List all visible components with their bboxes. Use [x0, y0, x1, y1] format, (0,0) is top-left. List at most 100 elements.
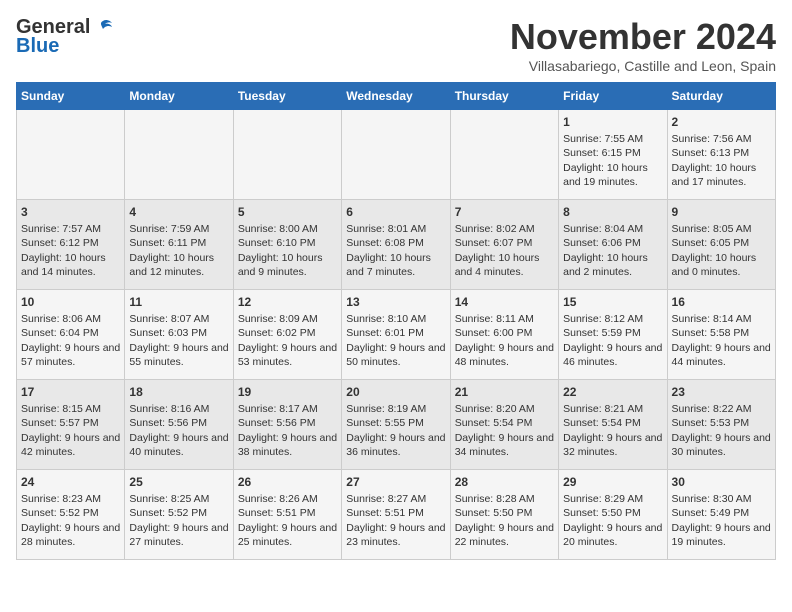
day-info: Sunrise: 8:10 AM Sunset: 6:01 PM Dayligh…: [346, 313, 448, 368]
day-number: 29: [563, 474, 662, 490]
calendar-cell: 10 Sunrise: 8:06 AM Sunset: 6:04 PM Dayli…: [17, 290, 125, 380]
day-number: 18: [129, 384, 228, 400]
calendar-cell: 17Sunrise: 8:15 AM Sunset: 5:57 PM Dayli…: [17, 380, 125, 470]
calendar-cell: 9Sunrise: 8:05 AM Sunset: 6:05 PM Daylig…: [667, 200, 775, 290]
day-number: 8: [563, 204, 662, 220]
day-info: Sunrise: 7:59 AM Sunset: 6:11 PM Dayligh…: [129, 223, 217, 278]
day-number: 14: [455, 294, 554, 310]
day-info: Sunrise: 8:30 AM Sunset: 5:49 PM Dayligh…: [672, 493, 774, 548]
calendar-week-row: 1 Sunrise: 7:55 AM Sunset: 6:15 PM Daylig…: [17, 110, 776, 200]
calendar-cell: 12 Sunrise: 8:09 AM Sunset: 6:02 PM Dayli…: [233, 290, 341, 380]
calendar-cell: 5 Sunrise: 8:00 AM Sunset: 6:10 PM Daylig…: [233, 200, 341, 290]
calendar-cell: [342, 110, 450, 200]
col-header-thursday: Thursday: [450, 83, 558, 110]
day-info: Sunrise: 8:12 AM Sunset: 5:59 PM Dayligh…: [563, 313, 665, 368]
calendar-week-row: 3 Sunrise: 7:57 AM Sunset: 6:12 PM Daylig…: [17, 200, 776, 290]
calendar-cell: 16Sunrise: 8:14 AM Sunset: 5:58 PM Dayli…: [667, 290, 775, 380]
day-number: 10: [21, 294, 120, 310]
calendar-cell: 30 Sunrise: 8:30 AM Sunset: 5:49 PM Dayli…: [667, 470, 775, 560]
day-number: 28: [455, 474, 554, 490]
day-number: 26: [238, 474, 337, 490]
day-number: 27: [346, 474, 445, 490]
calendar-cell: 25Sunrise: 8:25 AM Sunset: 5:52 PM Dayli…: [125, 470, 233, 560]
logo-bird-icon: [92, 17, 114, 39]
day-number: 4: [129, 204, 228, 220]
day-info: Sunrise: 7:56 AM Sunset: 6:13 PM Dayligh…: [672, 133, 760, 188]
day-info: Sunrise: 8:19 AM Sunset: 5:55 PM Dayligh…: [346, 403, 448, 458]
day-info: Sunrise: 8:04 AM Sunset: 6:06 PM Dayligh…: [563, 223, 651, 278]
day-info: Sunrise: 8:20 AM Sunset: 5:54 PM Dayligh…: [455, 403, 557, 458]
calendar-cell: 7 Sunrise: 8:02 AM Sunset: 6:07 PM Daylig…: [450, 200, 558, 290]
day-number: 11: [129, 294, 228, 310]
day-info: Sunrise: 8:16 AM Sunset: 5:56 PM Dayligh…: [129, 403, 231, 458]
logo: General Blue: [16, 16, 114, 58]
calendar-cell: [17, 110, 125, 200]
day-info: Sunrise: 8:05 AM Sunset: 6:05 PM Dayligh…: [672, 223, 760, 278]
calendar-cell: 2 Sunrise: 7:56 AM Sunset: 6:13 PM Daylig…: [667, 110, 775, 200]
calendar-cell: 23 Sunrise: 8:22 AM Sunset: 5:53 PM Dayli…: [667, 380, 775, 470]
calendar-cell: 3 Sunrise: 7:57 AM Sunset: 6:12 PM Daylig…: [17, 200, 125, 290]
day-info: Sunrise: 8:00 AM Sunset: 6:10 PM Dayligh…: [238, 223, 326, 278]
calendar-week-row: 10 Sunrise: 8:06 AM Sunset: 6:04 PM Dayli…: [17, 290, 776, 380]
calendar-cell: 14 Sunrise: 8:11 AM Sunset: 6:00 PM Dayli…: [450, 290, 558, 380]
calendar-cell: 29Sunrise: 8:29 AM Sunset: 5:50 PM Dayli…: [559, 470, 667, 560]
day-number: 24: [21, 474, 120, 490]
day-info: Sunrise: 8:21 AM Sunset: 5:54 PM Dayligh…: [563, 403, 665, 458]
day-number: 2: [672, 114, 771, 130]
day-number: 23: [672, 384, 771, 400]
calendar-cell: 8 Sunrise: 8:04 AM Sunset: 6:06 PM Daylig…: [559, 200, 667, 290]
day-info: Sunrise: 8:25 AM Sunset: 5:52 PM Dayligh…: [129, 493, 231, 548]
day-info: Sunrise: 8:09 AM Sunset: 6:02 PM Dayligh…: [238, 313, 340, 368]
calendar-cell: [450, 110, 558, 200]
day-number: 22: [563, 384, 662, 400]
day-info: Sunrise: 8:28 AM Sunset: 5:50 PM Dayligh…: [455, 493, 557, 548]
page-header: General Blue November 2024 Villasabarieg…: [16, 16, 776, 74]
day-info: Sunrise: 8:11 AM Sunset: 6:00 PM Dayligh…: [455, 313, 557, 368]
calendar-cell: 21Sunrise: 8:20 AM Sunset: 5:54 PM Dayli…: [450, 380, 558, 470]
calendar-cell: 28 Sunrise: 8:28 AM Sunset: 5:50 PM Dayli…: [450, 470, 558, 560]
calendar-cell: 6Sunrise: 8:01 AM Sunset: 6:08 PM Daylig…: [342, 200, 450, 290]
day-info: Sunrise: 8:26 AM Sunset: 5:51 PM Dayligh…: [238, 493, 340, 548]
logo-blue: Blue: [16, 35, 59, 58]
calendar-cell: 13Sunrise: 8:10 AM Sunset: 6:01 PM Dayli…: [342, 290, 450, 380]
col-header-wednesday: Wednesday: [342, 83, 450, 110]
calendar-cell: 1 Sunrise: 7:55 AM Sunset: 6:15 PM Daylig…: [559, 110, 667, 200]
day-info: Sunrise: 8:17 AM Sunset: 5:56 PM Dayligh…: [238, 403, 340, 458]
title-block: November 2024 Villasabariego, Castille a…: [510, 16, 776, 74]
day-info: Sunrise: 8:01 AM Sunset: 6:08 PM Dayligh…: [346, 223, 434, 278]
day-info: Sunrise: 8:23 AM Sunset: 5:52 PM Dayligh…: [21, 493, 123, 548]
calendar-cell: 19 Sunrise: 8:17 AM Sunset: 5:56 PM Dayli…: [233, 380, 341, 470]
day-number: 20: [346, 384, 445, 400]
col-header-tuesday: Tuesday: [233, 83, 341, 110]
day-number: 16: [672, 294, 771, 310]
calendar-cell: 15 Sunrise: 8:12 AM Sunset: 5:59 PM Dayli…: [559, 290, 667, 380]
day-number: 30: [672, 474, 771, 490]
col-header-friday: Friday: [559, 83, 667, 110]
calendar-week-row: 24 Sunrise: 8:23 AM Sunset: 5:52 PM Dayli…: [17, 470, 776, 560]
calendar-cell: 22 Sunrise: 8:21 AM Sunset: 5:54 PM Dayli…: [559, 380, 667, 470]
col-header-saturday: Saturday: [667, 83, 775, 110]
day-number: 12: [238, 294, 337, 310]
day-number: 5: [238, 204, 337, 220]
day-number: 1: [563, 114, 662, 130]
day-info: Sunrise: 8:07 AM Sunset: 6:03 PM Dayligh…: [129, 313, 231, 368]
col-header-monday: Monday: [125, 83, 233, 110]
location-subtitle: Villasabariego, Castille and Leon, Spain: [510, 58, 776, 74]
day-number: 15: [563, 294, 662, 310]
day-info: Sunrise: 8:02 AM Sunset: 6:07 PM Dayligh…: [455, 223, 543, 278]
day-number: 7: [455, 204, 554, 220]
day-info: Sunrise: 7:57 AM Sunset: 6:12 PM Dayligh…: [21, 223, 109, 278]
month-title: November 2024: [510, 16, 776, 58]
calendar-week-row: 17Sunrise: 8:15 AM Sunset: 5:57 PM Dayli…: [17, 380, 776, 470]
day-number: 19: [238, 384, 337, 400]
calendar-cell: 11 Sunrise: 8:07 AM Sunset: 6:03 PM Dayli…: [125, 290, 233, 380]
calendar-cell: 18 Sunrise: 8:16 AM Sunset: 5:56 PM Dayli…: [125, 380, 233, 470]
calendar-cell: [233, 110, 341, 200]
calendar-table: SundayMondayTuesdayWednesdayThursdayFrid…: [16, 82, 776, 560]
calendar-cell: 20 Sunrise: 8:19 AM Sunset: 5:55 PM Dayli…: [342, 380, 450, 470]
day-info: Sunrise: 8:06 AM Sunset: 6:04 PM Dayligh…: [21, 313, 123, 368]
day-info: Sunrise: 7:55 AM Sunset: 6:15 PM Dayligh…: [563, 133, 651, 188]
day-number: 3: [21, 204, 120, 220]
day-info: Sunrise: 8:27 AM Sunset: 5:51 PM Dayligh…: [346, 493, 448, 548]
day-info: Sunrise: 8:22 AM Sunset: 5:53 PM Dayligh…: [672, 403, 774, 458]
